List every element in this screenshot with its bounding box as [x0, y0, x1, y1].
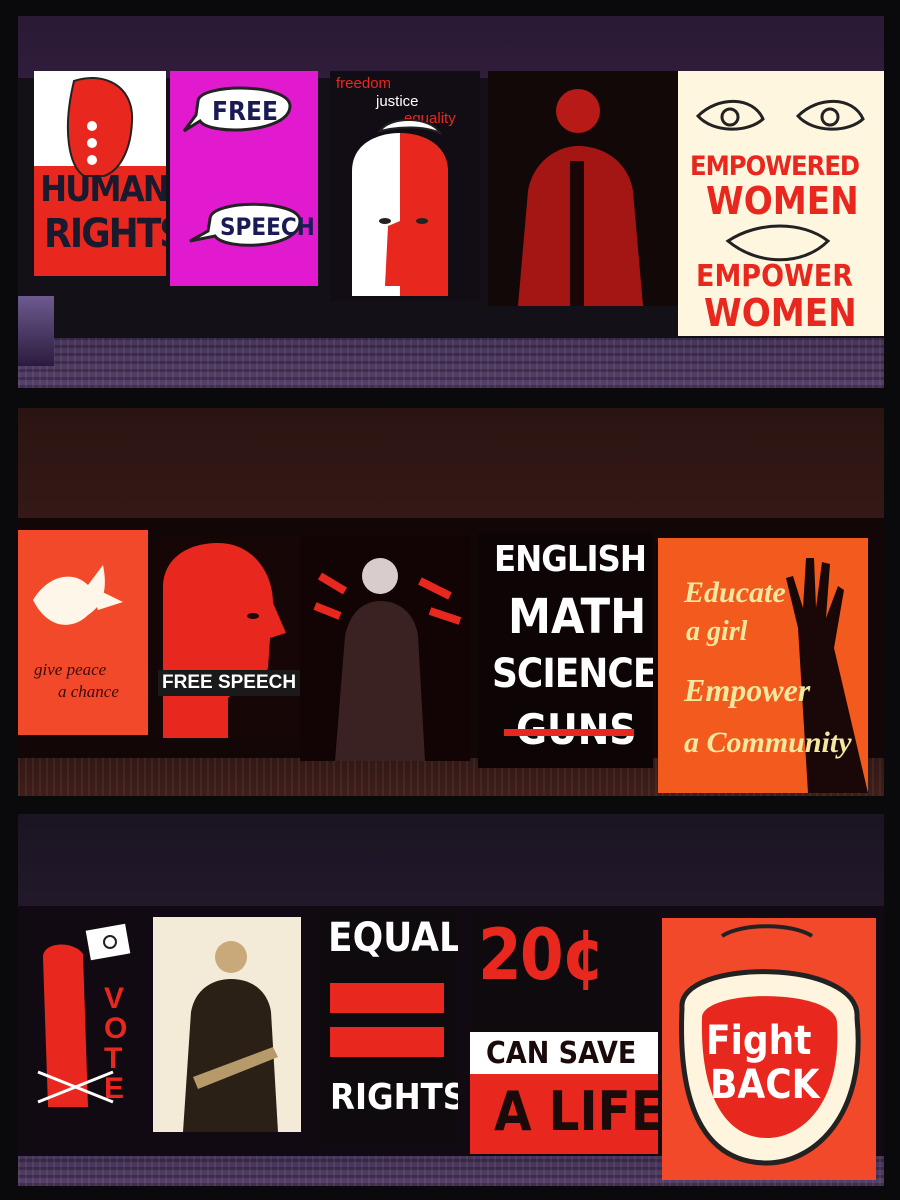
- cents-label: 20¢: [478, 914, 605, 996]
- empowered-women-panel: EMPOWERED WOMEN EMPOWER WOMEN: [678, 71, 884, 336]
- human-rights-line1: HUMAN: [40, 169, 166, 210]
- free-speech-label: FREE SPEECH: [158, 670, 301, 696]
- dove-icon: [33, 565, 123, 625]
- human-rights-line2: RIGHTS: [44, 211, 166, 257]
- fight-back-panel: Fight BACK: [662, 918, 876, 1180]
- human-rights-panel: HUMAN RIGHTS: [34, 71, 166, 276]
- photo-free-speech-screen: give peace a chance FREE SPEECH ENGLISH …: [18, 408, 884, 796]
- performer-panel: [488, 71, 678, 306]
- education-not-guns-panel: ENGLISH MATH SCIENCE GUNS: [478, 533, 653, 768]
- peace-panel: give peace a chance: [18, 530, 148, 735]
- give-peace-line2: a chance: [58, 682, 119, 701]
- can-save-label: CAN SAVE: [486, 1036, 637, 1071]
- a-life-label: A LIFE: [494, 1080, 658, 1143]
- performer-silhouette: [313, 558, 462, 761]
- performer-silhouette: [518, 89, 643, 306]
- vote-label: VOTE: [104, 982, 128, 1105]
- educate-line2: a girl: [686, 616, 748, 647]
- freedom-justice-panel: freedom justice equality: [330, 71, 480, 301]
- educate-line1: Educate: [684, 576, 786, 609]
- photo-vote-screen: VOTE EQUAL RIGHTS 20¢ CAN SAVE A LIFE Fi…: [18, 814, 884, 1186]
- equal-rights-panel: EQUAL RIGHTS: [318, 909, 458, 1144]
- empowered-line2: WOMEN: [706, 179, 859, 223]
- empowered-line1: EMPOWERED: [690, 151, 860, 182]
- educate-girl-panel: Educate a girl Empower a Community: [658, 538, 868, 793]
- free-speech-panel: FREE SPEECH: [170, 71, 318, 286]
- equal-label: EQUAL: [328, 915, 458, 961]
- rights-label: RIGHTS: [330, 1077, 458, 1118]
- head-icon: [163, 543, 286, 738]
- subject-english: ENGLISH: [494, 539, 647, 580]
- vote-panel: VOTE: [28, 912, 138, 1117]
- performer-sepia: [183, 941, 278, 1132]
- educate-line3: Empower: [684, 672, 811, 708]
- faces-icon: [352, 119, 448, 296]
- subject-math: MATH: [508, 589, 647, 645]
- sepia-performer-panel: [153, 917, 301, 1132]
- stage-light: [18, 296, 54, 366]
- educate-line4: a Community: [684, 726, 852, 759]
- equal-bar-top: [330, 983, 444, 1013]
- twenty-cents-panel: 20¢ CAN SAVE A LIFE: [470, 914, 658, 1154]
- strike-through: [504, 729, 634, 736]
- empower-line2: WOMEN: [704, 291, 857, 335]
- free-speech-head-panel: FREE SPEECH: [158, 538, 308, 738]
- fight-label: Fight: [706, 1018, 812, 1064]
- photo-empowered-women-screen: HUMAN RIGHTS FREE SPEECH freedom justice…: [18, 16, 884, 388]
- speech-label: SPEECH: [220, 213, 315, 241]
- performer-panel: [300, 536, 470, 761]
- free-label: FREE: [212, 97, 278, 127]
- back-label: BACK: [710, 1062, 820, 1108]
- subject-science: SCIENCE: [492, 651, 653, 697]
- give-peace-line1: give peace: [34, 660, 107, 679]
- equal-bar-bottom: [330, 1027, 444, 1057]
- empower-line1: EMPOWER: [696, 259, 854, 294]
